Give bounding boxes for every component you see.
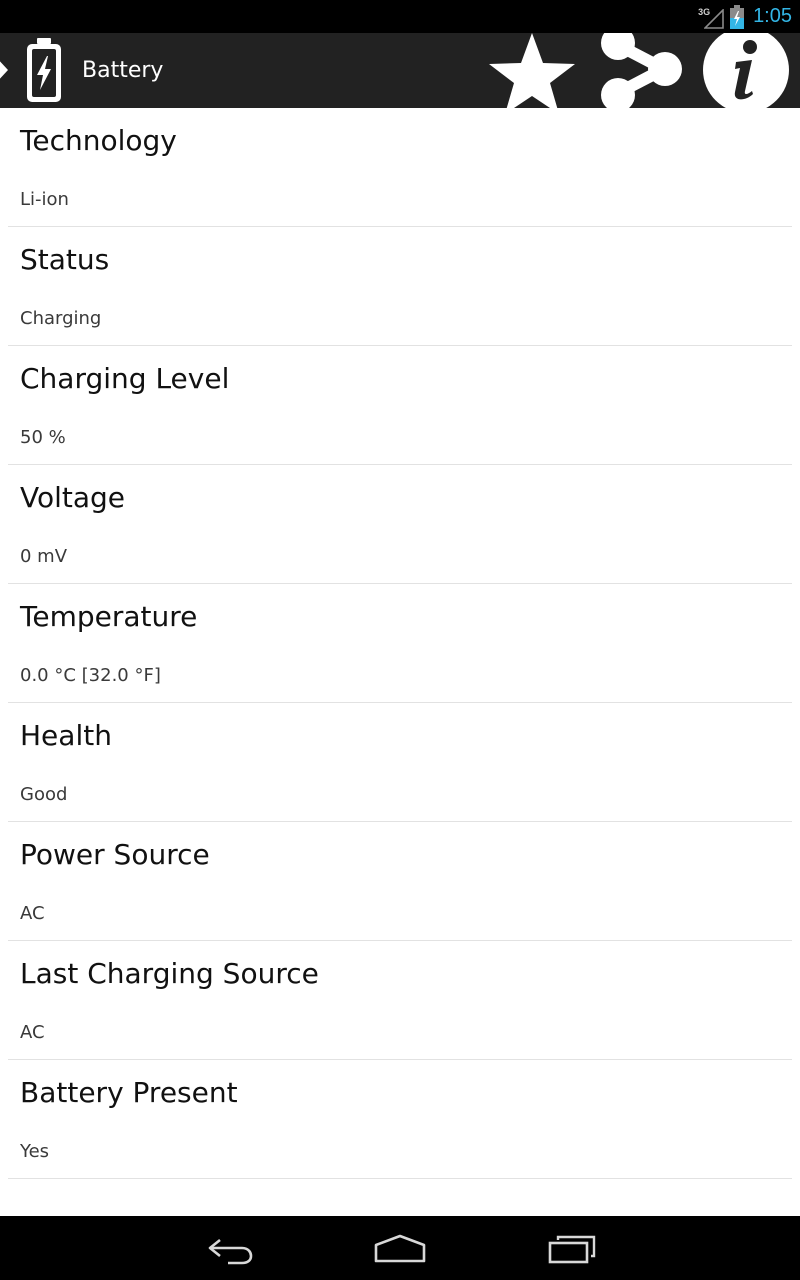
list-item-status[interactable]: Status Charging [0,227,800,346]
recent-apps-icon [548,1235,596,1264]
property-value: 50 % [20,427,66,448]
property-value: AC [20,903,45,924]
status-bar: 3G 1:05 [0,0,800,33]
share-icon [601,33,682,108]
list-item-power-source[interactable]: Power Source AC [0,822,800,941]
property-label: Battery Present [20,1076,238,1109]
favorite-button[interactable] [486,33,578,108]
property-label: Voltage [20,481,126,514]
list-item-battery-present[interactable]: Battery Present Yes [0,1060,800,1179]
signal-icon [704,8,724,29]
star-icon [489,33,575,108]
home-button[interactable] [372,1232,428,1270]
property-label: Status [20,243,110,276]
status-icons: 3G 1:05 [698,0,800,33]
battery-charging-icon [730,4,745,29]
list-item-last-charging-source[interactable]: Last Charging Source AC [0,941,800,1060]
action-bar: Battery [0,33,800,108]
property-value: 0 mV [20,546,68,567]
property-value: 0.0 °C [32.0 °F] [20,665,161,686]
recent-apps-button[interactable] [546,1232,598,1270]
property-label: Charging Level [20,362,230,395]
up-caret-icon[interactable] [0,55,10,85]
back-icon [208,1238,253,1265]
info-button[interactable] [700,33,790,108]
list-item-charging-level[interactable]: Charging Level 50 % [0,346,800,465]
home-icon [374,1234,426,1263]
property-value: Yes [20,1141,50,1162]
property-label: Technology [20,124,177,157]
share-button[interactable] [594,33,686,108]
property-label: Temperature [20,600,198,633]
property-label: Health [20,719,112,752]
property-value: Good [20,784,68,805]
signal-indicator: 3G [698,5,724,29]
battery-app-icon[interactable] [24,36,64,106]
battery-properties-list: Technology Li-ion Status Charging Chargi… [0,108,800,1179]
property-label: Last Charging Source [20,957,319,990]
property-value: AC [20,1022,45,1043]
system-navigation-bar [0,1216,800,1280]
property-label: Power Source [20,838,210,871]
back-button[interactable] [204,1232,254,1270]
list-item-temperature[interactable]: Temperature 0.0 °C [32.0 °F] [0,584,800,703]
list-item-health[interactable]: Health Good [0,703,800,822]
page-title: Battery [82,58,164,83]
property-value: Charging [20,308,102,329]
list-item-technology[interactable]: Technology Li-ion [0,108,800,227]
property-value: Li-ion [20,189,69,210]
clock: 1:05 [753,5,792,27]
list-item-voltage[interactable]: Voltage 0 mV [0,465,800,584]
info-icon [703,33,789,108]
